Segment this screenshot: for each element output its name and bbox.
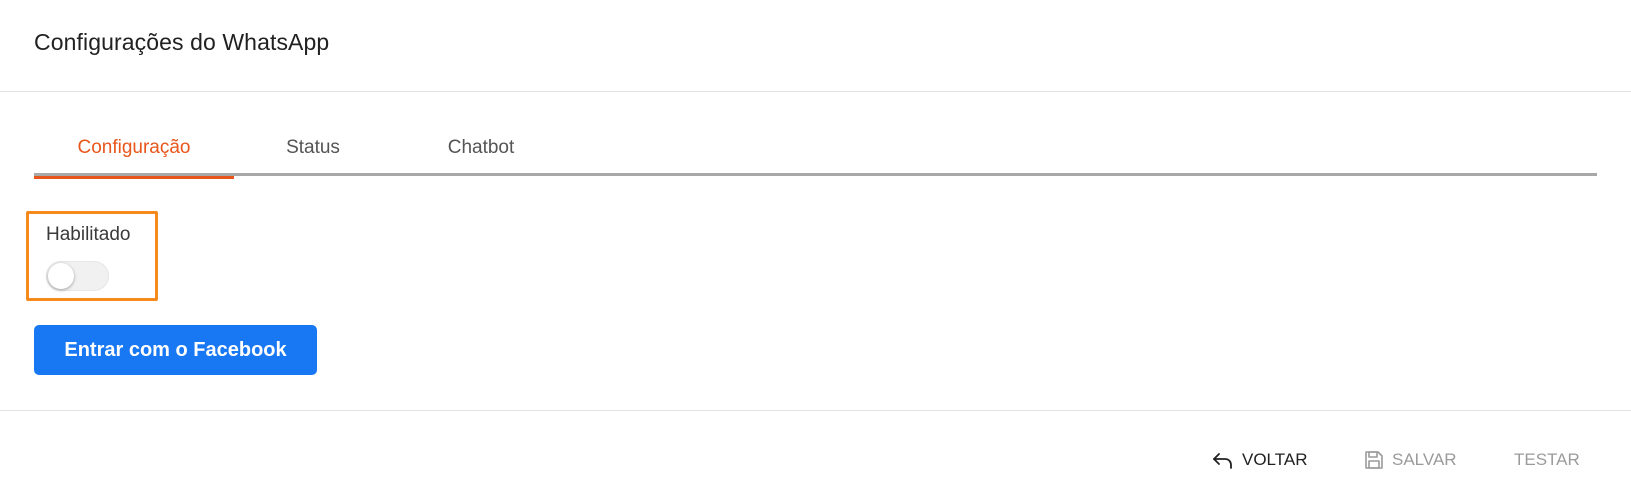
enabled-label: Habilitado [46,224,131,245]
page-header: Configurações do WhatsApp [0,0,1631,92]
enabled-setting-highlight: Habilitado [26,211,158,301]
floppy-disk-icon [1364,450,1384,470]
back-button[interactable]: VOLTAR [1212,447,1308,473]
test-button-label: TESTAR [1514,450,1580,469]
enabled-toggle[interactable] [46,261,109,291]
save-button-label: SALVAR [1392,450,1457,469]
undo-arrow-icon [1212,450,1234,470]
back-button-label: VOLTAR [1242,450,1308,469]
tab-chatbot[interactable]: Chatbot [396,127,566,176]
save-button[interactable]: SALVAR [1364,447,1457,473]
whatsapp-settings-page: Configurações do WhatsApp Configuração S… [0,0,1631,500]
facebook-login-button[interactable]: Entrar com o Facebook [34,325,317,375]
page-title: Configurações do WhatsApp [34,29,330,55]
toggle-knob [48,263,74,289]
test-button[interactable]: TESTAR [1514,447,1580,473]
tab-bar: Configuração Status Chatbot [34,127,1597,179]
tab-status[interactable]: Status [258,127,368,176]
footer-actions: VOLTAR SALVAR TESTAR [0,410,1631,500]
tab-configuracao[interactable]: Configuração [34,127,234,179]
